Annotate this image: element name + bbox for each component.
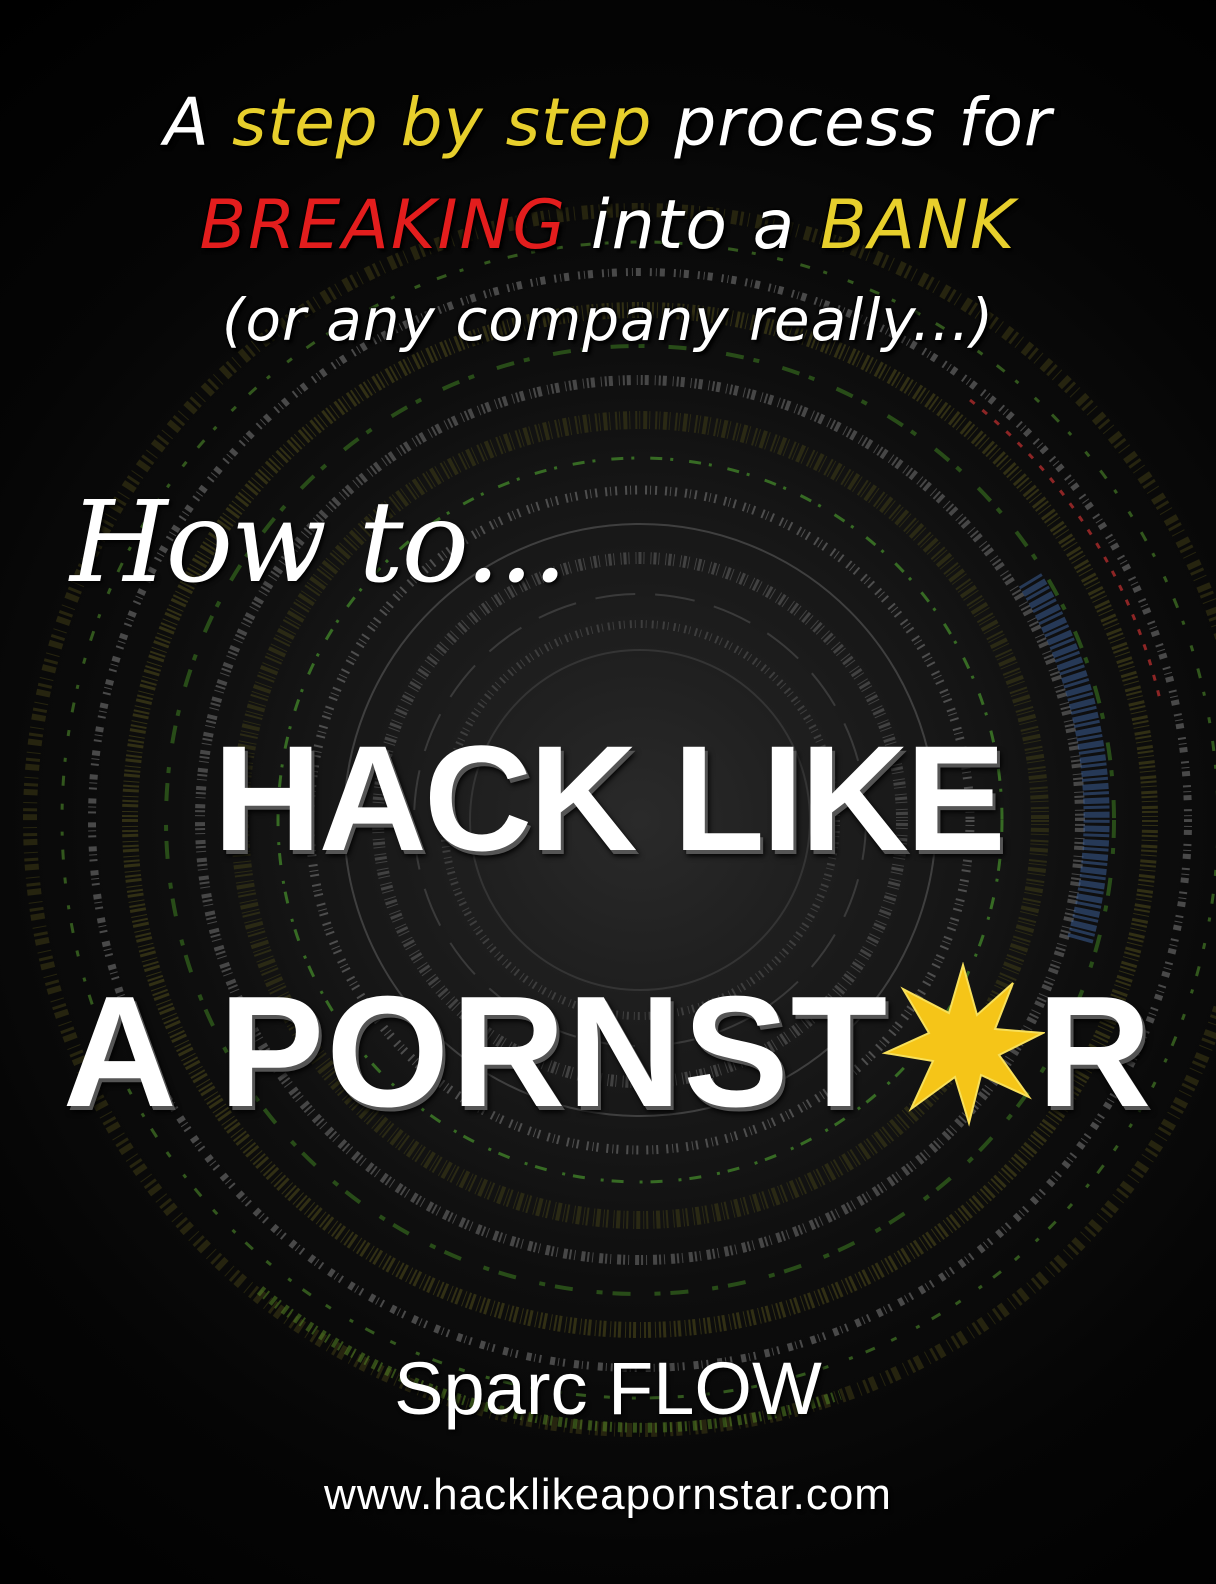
- tagline-suffix: process for: [652, 84, 1053, 161]
- book-cover: A step by step process for BREAKING into…: [0, 0, 1216, 1584]
- tagline-step-by-step: step by step: [231, 84, 653, 161]
- title-hack-like: HACK LIKE: [213, 714, 1006, 882]
- tagline-line-3: (or any company really...): [221, 286, 995, 354]
- tagline-line-2: BREAKING into a BANK: [0, 186, 1216, 265]
- website-url: www.hacklikeapornstar.com: [324, 1470, 892, 1519]
- how-to-script-title: How to...: [70, 478, 568, 608]
- author-name: Sparc FLOW: [394, 1347, 822, 1430]
- starburst-icon: [881, 962, 1046, 1127]
- tagline-prefix: A: [163, 84, 232, 161]
- tagline-line-1: A step by step process for: [0, 84, 1216, 161]
- title-a-pornstar: A PORNST R: [0, 962, 1216, 1143]
- title-before-star: A PORNST: [62, 964, 890, 1140]
- title-after-star: R: [1037, 964, 1154, 1140]
- tagline-into-a: into a: [567, 186, 820, 265]
- tagline-bank: BANK: [819, 186, 1017, 265]
- tagline-breaking: BREAKING: [199, 186, 568, 265]
